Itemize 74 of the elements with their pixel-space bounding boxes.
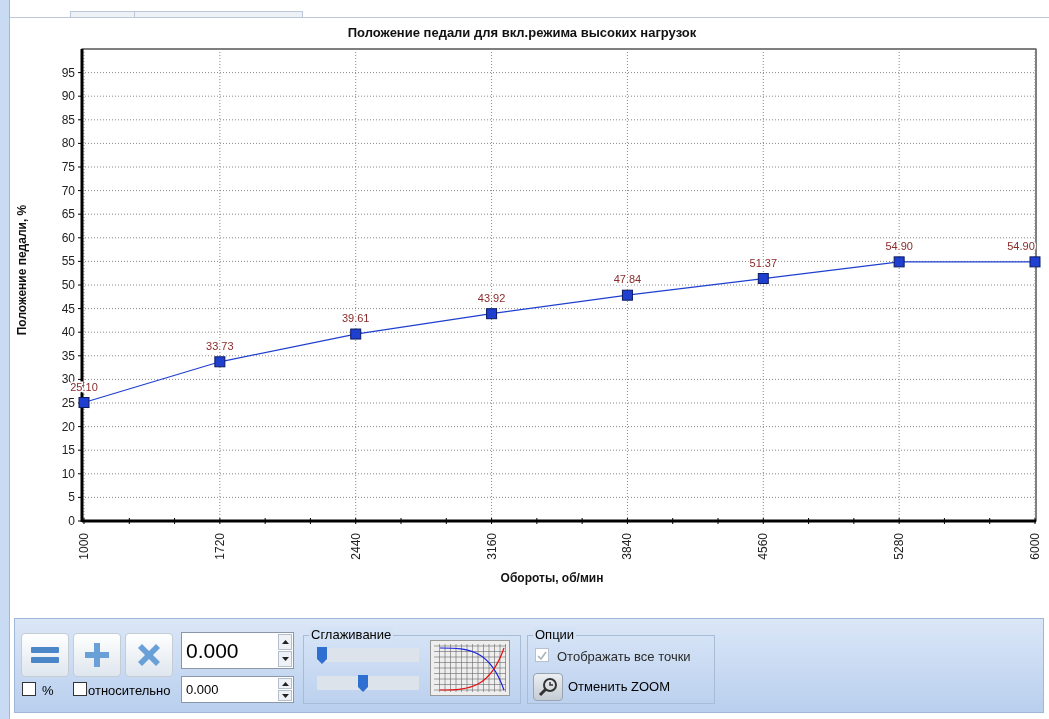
data-label: 39.61	[341, 312, 370, 325]
tick-label: 5	[68, 490, 75, 505]
slider-thumb[interactable]	[357, 675, 368, 692]
data-point	[486, 308, 498, 320]
tick-label: 25	[61, 396, 75, 410]
tick-label: 1720	[212, 533, 227, 560]
tick-label: 60	[61, 230, 75, 245]
tick-label: 45	[61, 301, 75, 316]
tool-button[interactable]	[125, 633, 173, 677]
slider-track[interactable]	[317, 676, 419, 690]
data-point	[621, 289, 633, 301]
tick-label: 40	[61, 325, 75, 340]
plus-icon	[85, 643, 109, 667]
spin-down-button[interactable]	[278, 651, 292, 667]
zoom-icon	[533, 673, 563, 701]
tick-label: 10	[61, 466, 75, 481]
close-icon	[138, 644, 160, 666]
data-point	[893, 256, 905, 268]
tick-label: 75	[61, 160, 75, 174]
data-label: 51.37	[749, 256, 778, 269]
data-label: 47.84	[613, 273, 642, 286]
tick-label: 55	[61, 254, 75, 269]
data-point	[757, 273, 769, 285]
tool-button[interactable]	[21, 633, 69, 677]
tick-label: 65	[61, 207, 75, 222]
spin-up-button[interactable]	[278, 634, 292, 650]
tick-label: 2440	[348, 533, 363, 560]
data-point	[214, 356, 226, 368]
checkbox-label: относительно	[88, 682, 171, 700]
down-arrow-icon	[281, 693, 289, 698]
checkbox-label: %	[42, 682, 54, 700]
equals-icon	[31, 646, 59, 664]
up-arrow-icon	[281, 640, 289, 644]
slider-track[interactable]	[317, 648, 419, 662]
chart-title: Положение педали для вкл.режима высоких нагрузок	[347, 25, 697, 40]
down-arrow-icon	[281, 657, 289, 661]
data-label: 54.90	[885, 239, 913, 252]
checkbox[interactable]	[22, 682, 36, 696]
check-icon	[537, 650, 547, 660]
tick-label: 3840	[620, 533, 635, 560]
checkbox-label: Отображать все точки	[557, 648, 691, 666]
data-point	[78, 397, 90, 409]
up-arrow-icon	[281, 681, 289, 686]
tick-label: 4560	[756, 533, 771, 560]
tick-label: 1000	[77, 533, 91, 560]
tick-label: 50	[61, 278, 75, 292]
data-label: 43.92	[477, 291, 506, 304]
spin-up-button[interactable]	[278, 678, 292, 689]
tick-label: 6000	[1028, 533, 1042, 560]
data-point	[1029, 256, 1041, 268]
number-field[interactable]: 0.000	[181, 632, 294, 669]
tick-label: 15	[61, 443, 75, 458]
tick-label: 90	[61, 89, 75, 104]
y-axis-label: Положение педали, %	[15, 204, 29, 336]
data-label: 33.73	[206, 339, 234, 352]
tick-label: 95	[61, 65, 75, 80]
reset-zoom-button[interactable]: Отменить ZOOM	[533, 672, 670, 702]
number-field[interactable]: 0.000	[181, 676, 294, 703]
tick-label: 80	[61, 136, 75, 151]
data-point	[350, 328, 362, 340]
tick-label: 0	[68, 514, 75, 528]
tick-label: 5280	[892, 533, 907, 560]
tick-label: 3160	[484, 533, 499, 560]
tick-label: 85	[61, 112, 75, 127]
slider-thumb[interactable]	[317, 647, 328, 664]
x-axis-label: Обороты, об/мин	[500, 571, 604, 585]
spin-down-button[interactable]	[278, 690, 292, 701]
tool-button[interactable]	[73, 633, 121, 677]
tick-label: 70	[61, 183, 75, 198]
group-title: Опции	[533, 627, 577, 643]
tick-label: 20	[61, 419, 75, 434]
tick-label: 35	[61, 348, 75, 363]
data-label: 54.90	[1007, 239, 1035, 252]
checkbox[interactable]	[73, 682, 87, 696]
